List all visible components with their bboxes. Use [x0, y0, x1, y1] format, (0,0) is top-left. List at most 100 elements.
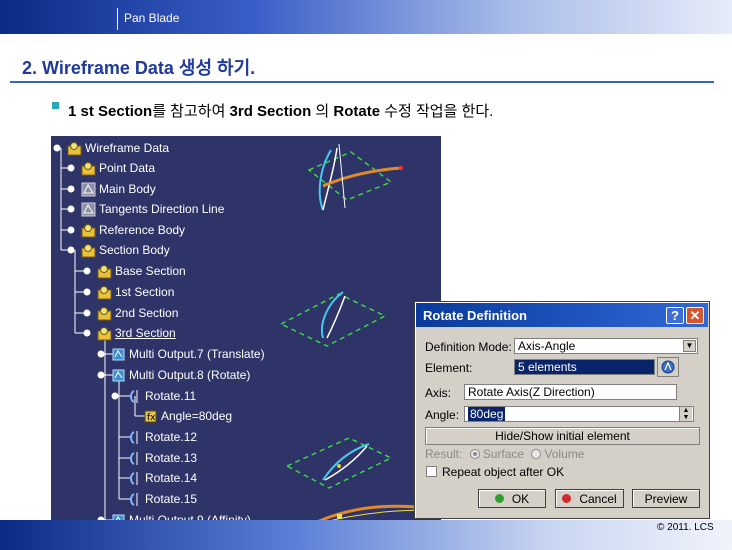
chevron-down-icon[interactable]: ▼: [683, 340, 696, 352]
tree-item-label: Rotate.12: [145, 430, 198, 444]
tree-item-label: Rotate.13: [145, 451, 198, 465]
parameter-icon: fx: [144, 410, 157, 423]
cancel-button[interactable]: Cancel: [555, 489, 624, 508]
tree-item-tangents-direction-line[interactable]: Tangents Direction Line: [81, 200, 224, 218]
expand-node[interactable]: [67, 226, 75, 234]
tree-item-multi-output-7[interactable]: Multi Output.7 (Translate): [111, 345, 265, 363]
tree-item-main-body[interactable]: Main Body: [81, 180, 156, 198]
repeat-object-checkbox[interactable]: [426, 466, 437, 477]
tree-item-label: Point Data: [99, 161, 156, 175]
multi-output-icon: [112, 348, 125, 360]
element-selector-button[interactable]: [657, 357, 679, 377]
tree-item-base-section[interactable]: Base Section: [97, 262, 186, 280]
bullet-part-5: Rotate: [333, 103, 381, 120]
tree-item-3rd-section[interactable]: 3rd Section: [97, 324, 176, 342]
gear-folder-icon: [67, 141, 82, 155]
expand-node[interactable]: [67, 185, 75, 193]
ok-label: OK: [511, 491, 530, 506]
tree-item-label: Tangents Direction Line: [99, 202, 225, 216]
tree-item-angle-parameter[interactable]: fx Angle=80deg: [143, 407, 232, 425]
body-icon: [81, 202, 96, 216]
hide-show-initial-element-button[interactable]: Hide/Show initial element: [425, 427, 700, 445]
rotate-icon: [130, 451, 138, 465]
tree-item-wireframe-data[interactable]: Wireframe Data: [67, 139, 169, 157]
tree-item-point-data[interactable]: Point Data: [81, 159, 155, 177]
footer-band: [0, 520, 732, 550]
title-underline: [10, 81, 714, 83]
collapse-node[interactable]: [83, 329, 91, 337]
tree-item-label: Rotate.11: [145, 389, 197, 403]
copyright: © 2011. LCS: [657, 522, 714, 533]
definition-mode-value: Axis-Angle: [518, 339, 576, 353]
collapse-node[interactable]: [111, 392, 119, 400]
help-button[interactable]: ?: [666, 307, 684, 324]
dialog-title: Rotate Definition: [423, 308, 527, 323]
gear-folder-icon: [97, 264, 112, 278]
gear-folder-icon: [97, 285, 112, 299]
tree-item-label: Multi Output.7 (Translate): [129, 347, 265, 361]
tree-item-rotate-12[interactable]: Rotate.12: [127, 428, 197, 446]
bullet-marker: [52, 102, 59, 109]
preview-button[interactable]: Preview: [632, 489, 700, 508]
expand-node[interactable]: [67, 205, 75, 213]
definition-mode-label: Definition Mode:: [425, 340, 512, 354]
angle-spinner[interactable]: ▲ ▼: [679, 407, 692, 421]
rotate-icon: [130, 389, 138, 403]
repeat-object-label: Repeat object after OK: [442, 465, 565, 479]
tree-item-multi-output-8[interactable]: Multi Output.8 (Rotate): [111, 366, 250, 384]
rotate-definition-dialog: Rotate Definition ? ✕ Definition Mode: A…: [414, 301, 710, 519]
definition-mode-select[interactable]: Axis-Angle ▼: [514, 338, 698, 354]
header-title: Pan Blade: [124, 11, 180, 25]
tree-item-label: Rotate.15: [145, 492, 198, 506]
collapse-node[interactable]: [97, 371, 105, 379]
section-preview-2: [279, 291, 387, 347]
tree-selector-icon: [661, 360, 675, 374]
section-preview-3: [285, 437, 393, 489]
svg-text:fx: fx: [147, 413, 156, 423]
tree-item-label: Multi Output.8 (Rotate): [129, 368, 251, 382]
tree-item-rotate-14[interactable]: Rotate.14: [127, 469, 197, 487]
section-preview-1: [307, 143, 403, 211]
gear-folder-icon: [81, 243, 96, 257]
angle-field[interactable]: 80deg ▲ ▼: [464, 406, 694, 422]
volume-label: Volume: [544, 447, 585, 461]
volume-radio[interactable]: [531, 449, 542, 459]
dialog-title-bar: Rotate Definition ? ✕: [416, 303, 708, 327]
element-label: Element:: [425, 361, 473, 375]
close-button[interactable]: ✕: [686, 307, 704, 324]
angle-label: Angle:: [425, 408, 460, 422]
tree-item-2nd-section[interactable]: 2nd Section: [97, 304, 178, 322]
expand-node[interactable]: [83, 267, 91, 275]
expand-node[interactable]: [83, 288, 91, 296]
rotate-icon: [130, 471, 138, 485]
tree-item-reference-body[interactable]: Reference Body: [81, 221, 185, 239]
cancel-label: Cancel: [579, 491, 617, 506]
body-icon: [81, 182, 96, 196]
expand-node[interactable]: [83, 309, 91, 317]
axis-field[interactable]: Rotate Axis(Z Direction): [464, 384, 677, 400]
tree-item-section-body[interactable]: Section Body: [81, 241, 170, 259]
bullet-part-1: 1 st Section: [68, 103, 153, 120]
tree-item-label: Angle=80deg: [161, 409, 233, 423]
expand-node[interactable]: [97, 350, 105, 358]
header-band: [0, 0, 732, 34]
result-label: Result:: [425, 447, 463, 461]
collapse-node[interactable]: [53, 144, 61, 152]
axis-value: Rotate Axis(Z Direction): [468, 385, 595, 399]
ok-button[interactable]: OK: [478, 489, 546, 508]
gear-folder-icon: [81, 223, 96, 237]
rotate-icon: [130, 492, 138, 506]
result-row: Result: Surface Volume: [425, 447, 584, 461]
expand-node[interactable]: [67, 164, 75, 172]
element-field[interactable]: 5 elements: [514, 359, 655, 375]
bullet-part-2: 를 참고하여: [152, 103, 230, 120]
bullet-part-6: 수정 작업을 한다.: [380, 103, 494, 120]
bullet-part-3: 3rd Section: [229, 103, 312, 120]
surface-radio[interactable]: [469, 449, 480, 459]
bullet-part-4: 의: [311, 103, 334, 120]
tree-item-rotate-11[interactable]: Rotate.11: [127, 387, 196, 405]
tree-item-rotate-15[interactable]: Rotate.15: [127, 490, 197, 508]
collapse-node[interactable]: [67, 246, 75, 254]
tree-item-1st-section[interactable]: 1st Section: [97, 283, 174, 301]
tree-item-rotate-13[interactable]: Rotate.13: [127, 449, 197, 467]
